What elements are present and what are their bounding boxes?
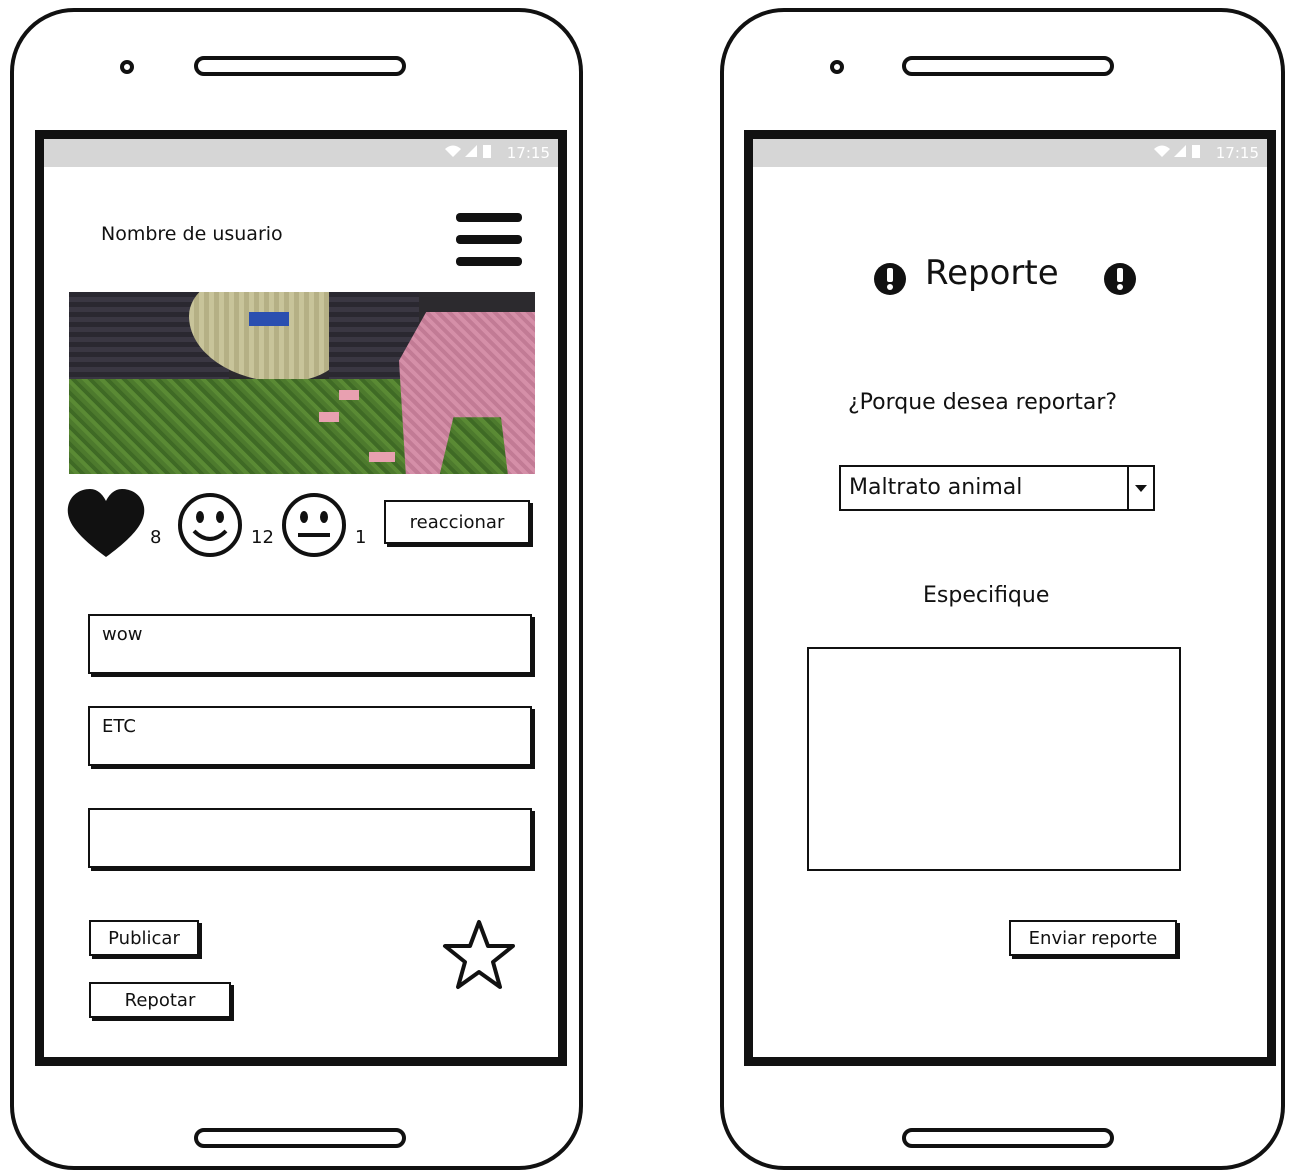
heart-count: 8 [150,527,162,548]
specify-label: Especifique [923,583,1050,608]
phone-frame-report: 17:15 Reporte ¿Porque desea reportar? Ma… [720,8,1285,1170]
wifi-signal-battery-icon [443,143,501,163]
speaker-bottom-icon [902,1128,1114,1148]
post-screen: 17:15 Nombre de usuario 8 12 1 reacciona… [35,130,567,1066]
phone-frame-post: 17:15 Nombre de usuario 8 12 1 reacciona… [10,8,583,1170]
post-image [69,292,535,474]
details-textarea[interactable] [807,647,1181,871]
publish-button[interactable]: Publicar [89,920,199,956]
comment-text-2: ETC [102,716,136,737]
smile-count: 12 [251,527,274,548]
status-time: 17:15 [506,144,550,162]
chevron-down-icon[interactable] [1127,467,1153,509]
submit-report-button[interactable]: Enviar reporte [1009,920,1177,956]
report-title: Reporte [925,253,1059,293]
neutral-count: 1 [355,527,367,548]
comment-field-3[interactable] [88,808,532,868]
report-question: ¿Porque desea reportar? [848,390,1118,415]
react-button[interactable]: reaccionar [384,500,530,544]
camera-icon [120,60,134,74]
speaker-icon [902,56,1114,76]
status-bar: 17:15 [753,139,1267,167]
status-bar: 17:15 [44,139,558,167]
report-button[interactable]: Repotar [89,982,231,1018]
username-label: Nombre de usuario [101,223,283,245]
camera-icon [830,60,844,74]
report-screen: 17:15 Reporte ¿Porque desea reportar? Ma… [744,130,1276,1066]
hamburger-icon[interactable] [456,211,524,269]
comment-text-1: wow [102,624,143,645]
exclamation-icon-left [873,262,907,300]
comment-field-2[interactable]: ETC [88,706,532,766]
wifi-signal-battery-icon [1152,143,1210,163]
reason-select[interactable]: Maltrato animal [839,465,1155,511]
star-icon[interactable] [442,919,516,995]
exclamation-icon-right [1103,262,1137,300]
speaker-bottom-icon [194,1128,406,1148]
status-time: 17:15 [1215,144,1259,162]
speaker-icon [194,56,406,76]
neutral-face-icon[interactable] [280,491,348,563]
comment-field-1[interactable]: wow [88,614,532,674]
smile-icon[interactable] [176,491,244,563]
heart-icon[interactable] [66,489,146,563]
reason-selected-value: Maltrato animal [849,475,1023,500]
